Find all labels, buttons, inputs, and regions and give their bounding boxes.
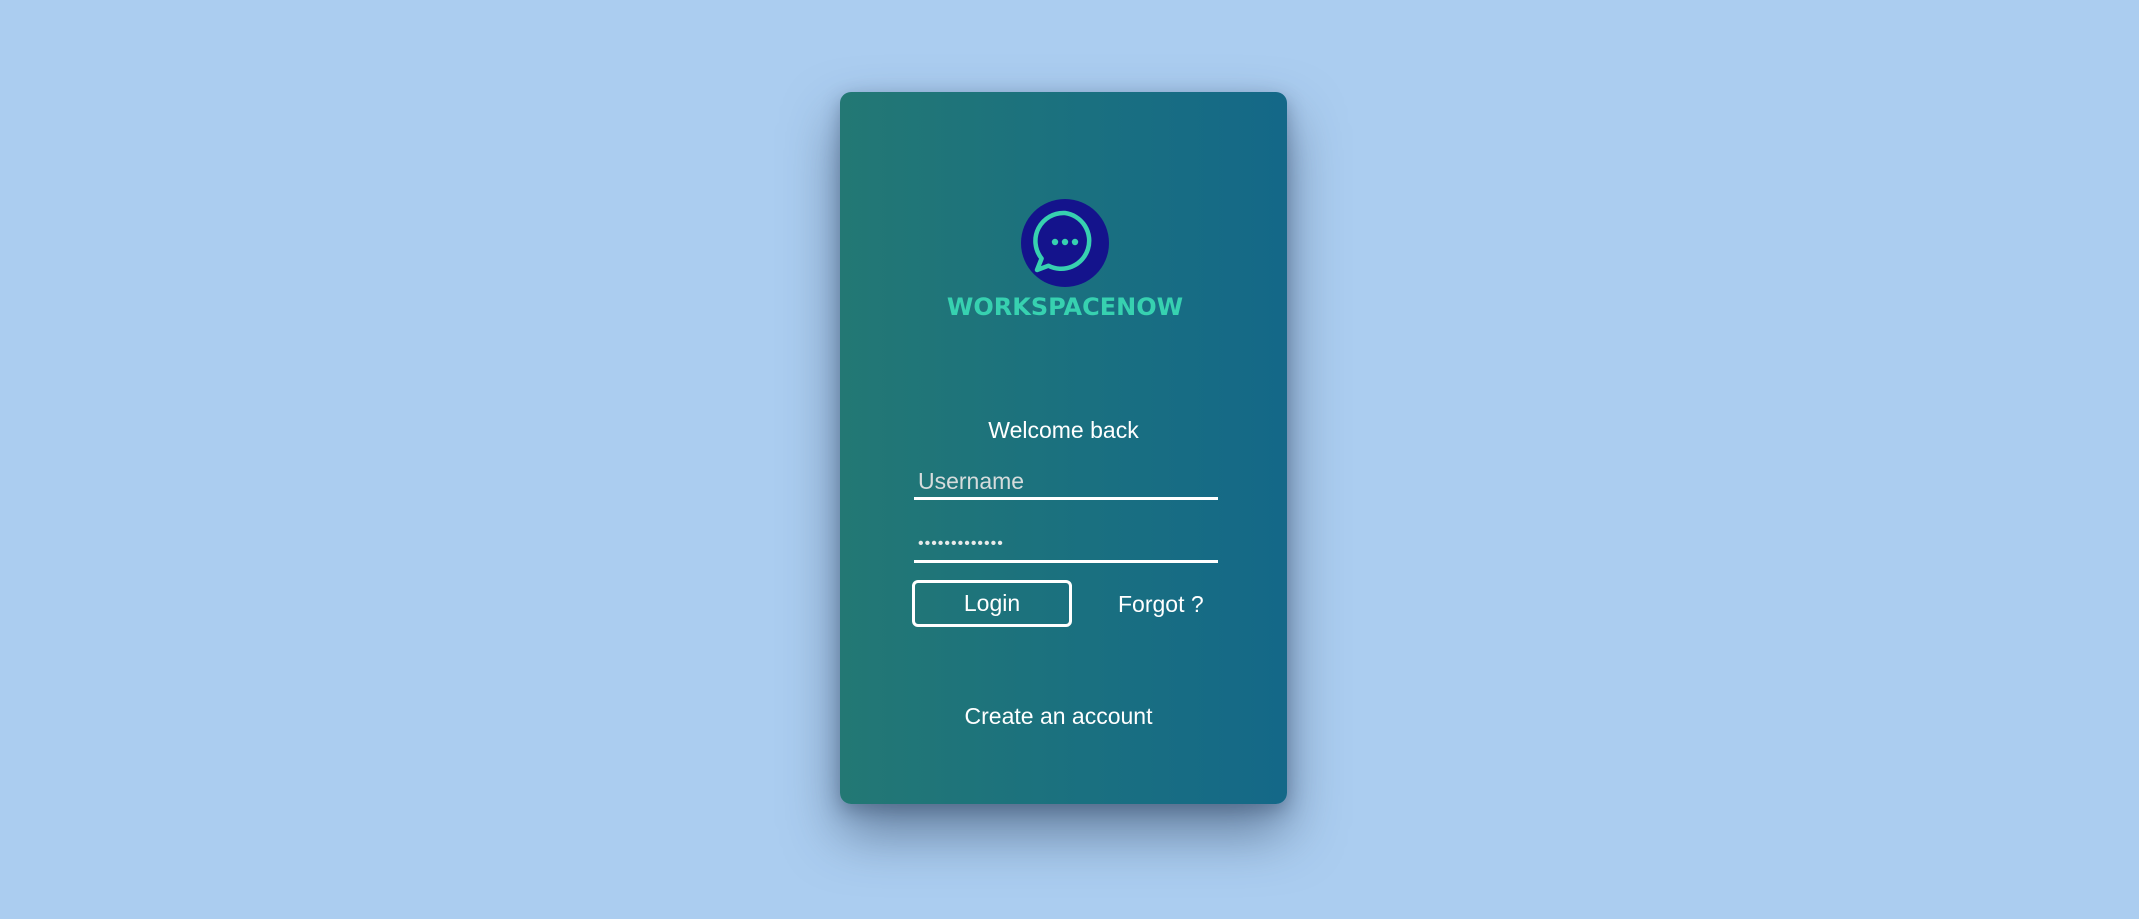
username-input[interactable] [914, 466, 1218, 500]
chat-bubble-icon [1021, 199, 1109, 287]
welcome-heading: Welcome back [988, 417, 1139, 443]
create-account-link[interactable]: Create an account [940, 700, 1177, 732]
brand-name: WORKSPACENOW [946, 293, 1184, 321]
login-button[interactable]: Login [912, 580, 1072, 627]
password-input[interactable] [914, 528, 1218, 563]
forgot-password-link[interactable]: Forgot ? [1118, 588, 1204, 620]
